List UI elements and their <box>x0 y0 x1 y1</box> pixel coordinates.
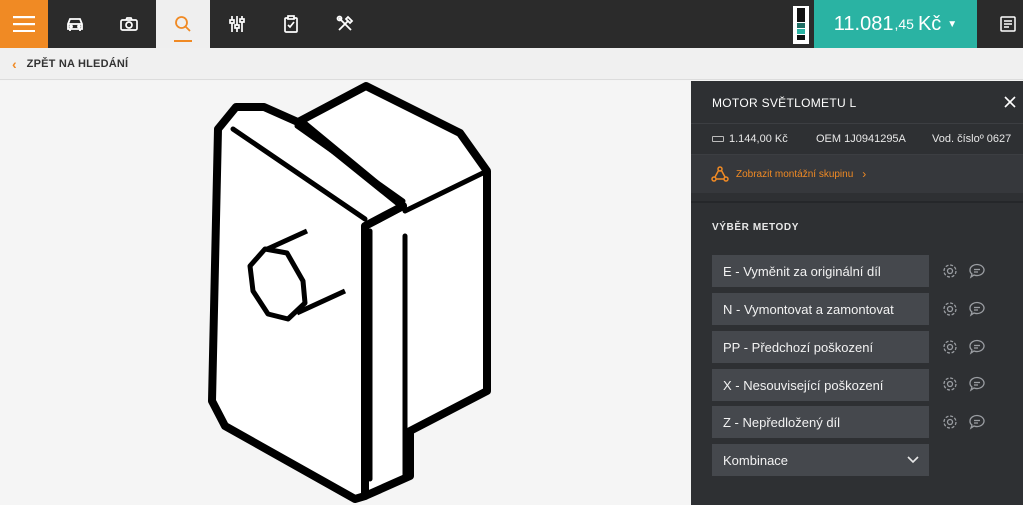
comment-icon[interactable] <box>968 375 986 393</box>
search-icon <box>175 16 191 32</box>
method-label: PP - Předchozí poškození <box>723 339 874 355</box>
method-option-e[interactable]: E - Vyměnit za originální díl <box>712 255 929 287</box>
back-to-search-label: ZPĚT NA HLEDÁNÍ <box>26 58 129 70</box>
vehicle-nav-button[interactable] <box>48 0 102 48</box>
method-label: X - Nesouvisející poškození <box>723 377 884 393</box>
method-section-title: VÝBĚR METODY <box>712 222 800 233</box>
oem-number: OEM 1J0941295A <box>816 133 906 145</box>
price-tag-icon <box>712 136 724 142</box>
panel-divider <box>691 201 1023 203</box>
clipboard-check-icon <box>284 15 298 33</box>
caret-down-icon: ▼ <box>947 18 958 30</box>
receipt-icon <box>999 16 1016 32</box>
chevron-right-icon: › <box>862 167 867 181</box>
chevron-left-icon: ‹ <box>12 56 17 72</box>
assembly-group-icon <box>711 166 729 182</box>
comment-icon[interactable] <box>968 413 986 431</box>
sliders-icon <box>229 16 245 32</box>
part-drawing-area <box>0 81 691 505</box>
panel-header: MOTOR SVĚTLOMETU L <box>691 81 1023 123</box>
part-title: MOTOR SVĚTLOMETU L <box>712 96 857 110</box>
tools-nav-button[interactable] <box>318 0 372 48</box>
combination-dropdown[interactable]: Kombinace <box>712 444 929 476</box>
assembly-group-label: Zobrazit montážní skupinu <box>736 168 854 180</box>
part-info-row: 1.144,00 Kč OEM 1J0941295A Vod. čísloº 0… <box>691 123 1023 154</box>
comment-icon[interactable] <box>968 262 986 280</box>
top-bar: 11.081 ,45 Kč ▼ <box>0 0 1023 48</box>
method-label: Z - Nepředložený díl <box>723 414 841 430</box>
gear-icon[interactable] <box>941 262 959 280</box>
method-label: E - Vyměnit za originální díl <box>723 263 881 279</box>
total-price-dropdown[interactable]: 11.081 ,45 Kč ▼ <box>814 0 977 48</box>
menu-button[interactable] <box>0 0 48 48</box>
menu-icon <box>13 16 35 32</box>
method-option-z[interactable]: Z - Nepředložený díl <box>712 406 929 438</box>
gear-icon[interactable] <box>941 413 959 431</box>
close-panel-button[interactable] <box>1002 94 1018 110</box>
photo-nav-button[interactable] <box>102 0 156 48</box>
checklist-nav-button[interactable] <box>264 0 318 48</box>
gear-icon[interactable] <box>941 338 959 356</box>
method-option-pp[interactable]: PP - Předchozí poškození <box>712 331 929 363</box>
tools-icon <box>336 15 354 31</box>
combination-label: Kombinace <box>723 452 789 468</box>
chevron-down-icon <box>907 456 919 464</box>
part-price: 1.144,00 Kč <box>712 133 788 145</box>
method-label: N - Vymontovat a zamontovat <box>723 301 894 317</box>
guide-number: Vod. čísloº 0627 <box>932 133 1012 145</box>
gear-icon[interactable] <box>941 300 959 318</box>
car-icon <box>67 18 83 31</box>
status-gauge <box>793 6 809 44</box>
comment-icon[interactable] <box>968 338 986 356</box>
total-price-main: 11.081 <box>833 12 894 35</box>
part-price-value: 1.144,00 Kč <box>729 133 788 145</box>
gear-icon[interactable] <box>941 375 959 393</box>
breadcrumb-bar: ‹ ZPĚT NA HLEDÁNÍ <box>0 48 1023 80</box>
settings-nav-button[interactable] <box>210 0 264 48</box>
back-to-search-link[interactable]: ‹ ZPĚT NA HLEDÁNÍ <box>12 48 128 80</box>
comment-icon[interactable] <box>968 300 986 318</box>
method-option-x[interactable]: X - Nesouvisející poškození <box>712 369 929 401</box>
close-icon <box>1004 96 1016 108</box>
total-price-currency: Kč <box>917 12 942 35</box>
show-assembly-group-link[interactable]: Zobrazit montážní skupinu › <box>691 154 1023 193</box>
receipt-button[interactable] <box>992 0 1023 48</box>
part-detail-panel: MOTOR SVĚTLOMETU L 1.144,00 Kč OEM 1J094… <box>691 81 1023 505</box>
method-option-n[interactable]: N - Vymontovat a zamontovat <box>712 293 929 325</box>
total-price-decimals: ,45 <box>894 16 914 32</box>
search-nav-button[interactable] <box>156 0 210 48</box>
camera-icon <box>120 17 138 31</box>
part-illustration <box>208 82 491 503</box>
